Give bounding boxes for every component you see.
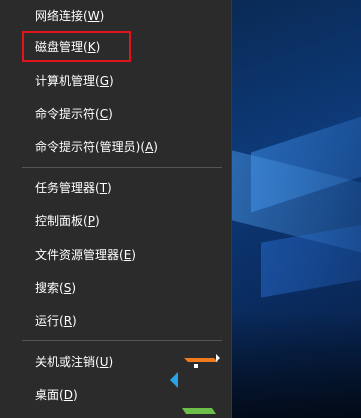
menu-item-hotkey: S [63, 281, 72, 295]
menu-item-search[interactable]: 搜索(S) [0, 271, 231, 305]
menu-item-command-prompt-admin[interactable]: 命令提示符(管理员)(A) [0, 130, 231, 164]
screen: 网络连接(W) 磁盘管理(K) 计算机管理(G) 命令提示符(C) 命令提示符(管理员)… [0, 0, 361, 418]
menu-item-label: 运行 [35, 314, 60, 328]
menu-item-command-prompt[interactable]: 命令提示符(C) [0, 97, 231, 131]
menu-divider [22, 167, 222, 168]
menu-item-label: 命令提示符 [35, 107, 96, 121]
menu-item-hotkey: K [87, 40, 96, 54]
menu-divider [22, 340, 222, 341]
menu-item-computer-management[interactable]: 计算机管理(G) [0, 64, 231, 98]
menu-item-hotkey: U [99, 355, 109, 369]
menu-item-label: 搜索 [35, 281, 60, 295]
watermark-logo-icon [170, 354, 220, 414]
menu-item-label: 关机或注销 [35, 355, 96, 369]
menu-item-hotkey: P [87, 214, 95, 228]
menu-item-label: 磁盘管理 [35, 40, 84, 54]
menu-item-hotkey: D [63, 388, 73, 402]
menu-item-label: 命令提示符(管理员) [35, 140, 141, 154]
menu-item-control-panel[interactable]: 控制面板(P) [0, 204, 231, 238]
menu-item-network-connections[interactable]: 网络连接(W) [0, 0, 231, 33]
menu-item-hotkey: W [87, 9, 100, 23]
menu-item-label: 控制面板 [35, 214, 84, 228]
menu-item-label: 计算机管理 [35, 74, 96, 88]
menu-item-task-manager[interactable]: 任务管理器(T) [0, 171, 231, 205]
menu-item-hotkey: T [99, 181, 108, 195]
menu-item-hotkey: G [99, 74, 110, 88]
menu-item-hotkey: C [99, 107, 109, 121]
menu-item-run[interactable]: 运行(R) [0, 304, 231, 338]
wallpaper-shadow [231, 310, 361, 418]
menu-item-hotkey: A [145, 140, 154, 154]
menu-item-disk-management[interactable]: 磁盘管理(K) [0, 30, 231, 64]
menu-item-hotkey: R [63, 314, 73, 328]
menu-item-label: 网络连接 [35, 9, 84, 23]
menu-item-label: 文件资源管理器 [35, 248, 120, 262]
menu-item-hotkey: E [123, 248, 132, 262]
menu-item-label: 任务管理器 [35, 181, 96, 195]
menu-item-label: 桌面 [35, 388, 60, 402]
menu-item-file-explorer[interactable]: 文件资源管理器(E) [0, 238, 231, 272]
desktop-wallpaper [231, 0, 361, 418]
